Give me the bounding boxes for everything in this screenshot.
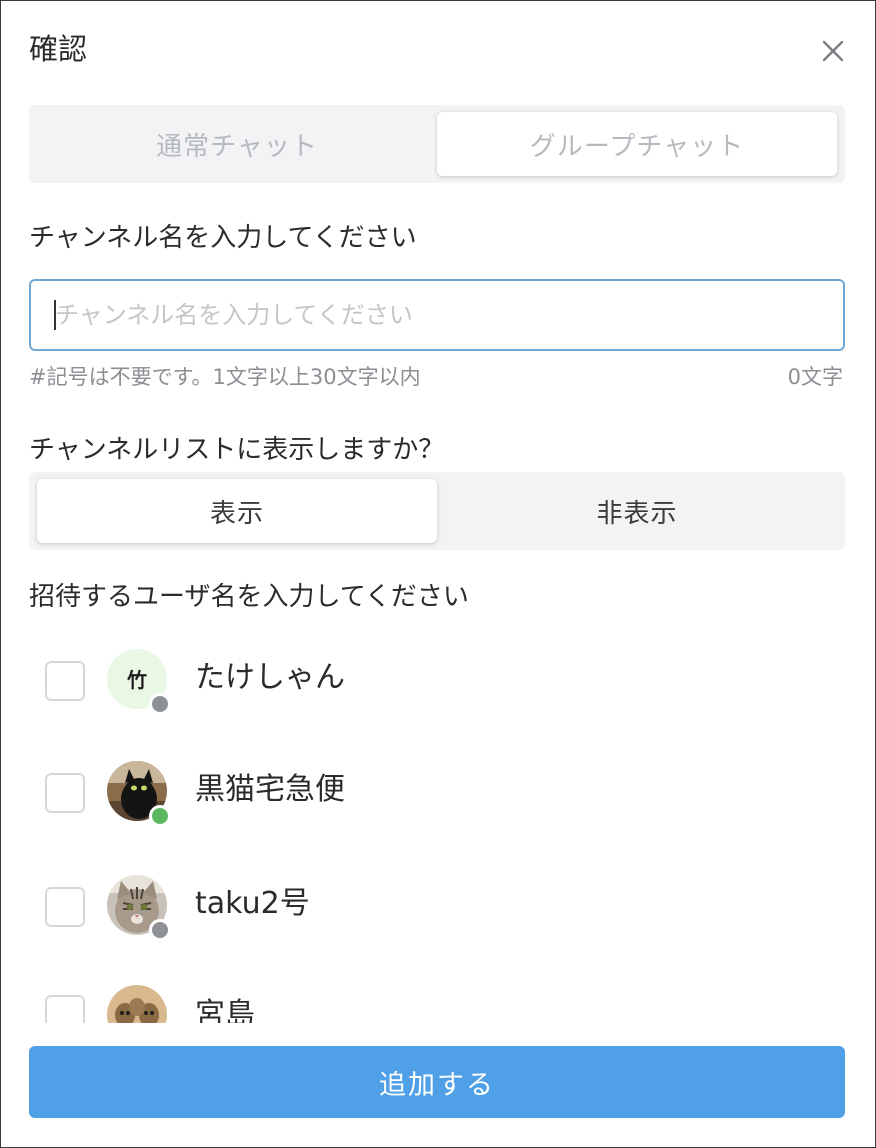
- status-dot-online: [149, 805, 171, 827]
- user-row: 竹 たけしゃん: [1, 631, 876, 731]
- visibility-label: チャンネルリストに表示しますか？: [29, 435, 445, 465]
- user-list[interactable]: 竹 たけしゃん 黒猫宅急便 taku2号 宮島: [1, 631, 876, 1023]
- channel-name-input[interactable]: [29, 279, 845, 351]
- add-button[interactable]: 追加する: [29, 1046, 845, 1118]
- invite-label: 招待するユーザ名を入力してください: [29, 582, 469, 612]
- tab-group-chat[interactable]: グループチャット: [437, 112, 837, 176]
- user-name: たけしゃん: [195, 660, 345, 695]
- meerkat-avatar-icon: [107, 985, 167, 1023]
- text-caret: [54, 300, 56, 330]
- user-row: 黒猫宅急便: [1, 743, 876, 843]
- svg-text:竹: 竹: [126, 668, 147, 692]
- option-hide[interactable]: 非表示: [437, 479, 837, 543]
- user-checkbox[interactable]: [45, 773, 85, 813]
- status-dot-offline: [149, 693, 171, 715]
- user-name: 宮島: [195, 997, 255, 1023]
- user-checkbox[interactable]: [45, 887, 85, 927]
- confirm-dialog: 確認 通常チャット グループチャット チャンネル名を入力してください #記号は不…: [0, 0, 876, 1148]
- channel-name-hint: #記号は不要です。1文字以上30文字以内: [29, 365, 421, 389]
- user-name: 黒猫宅急便: [195, 772, 345, 807]
- dialog-title: 確認: [29, 32, 88, 66]
- close-icon: [822, 40, 844, 62]
- status-dot-offline: [149, 919, 171, 941]
- visibility-segmented-control: 表示 非表示: [29, 472, 845, 550]
- avatar: [107, 985, 167, 1023]
- user-row: 宮島: [1, 969, 876, 1023]
- user-checkbox[interactable]: [45, 661, 85, 701]
- character-count: 0文字: [787, 365, 843, 389]
- close-button[interactable]: [815, 33, 851, 69]
- tab-normal-chat[interactable]: 通常チャット: [37, 112, 437, 176]
- user-row: taku2号: [1, 857, 876, 957]
- chat-type-segmented-control: 通常チャット グループチャット: [29, 105, 845, 183]
- user-name: taku2号: [195, 886, 310, 921]
- user-checkbox[interactable]: [45, 995, 85, 1023]
- channel-name-label: チャンネル名を入力してください: [29, 223, 417, 253]
- option-show[interactable]: 表示: [37, 479, 437, 543]
